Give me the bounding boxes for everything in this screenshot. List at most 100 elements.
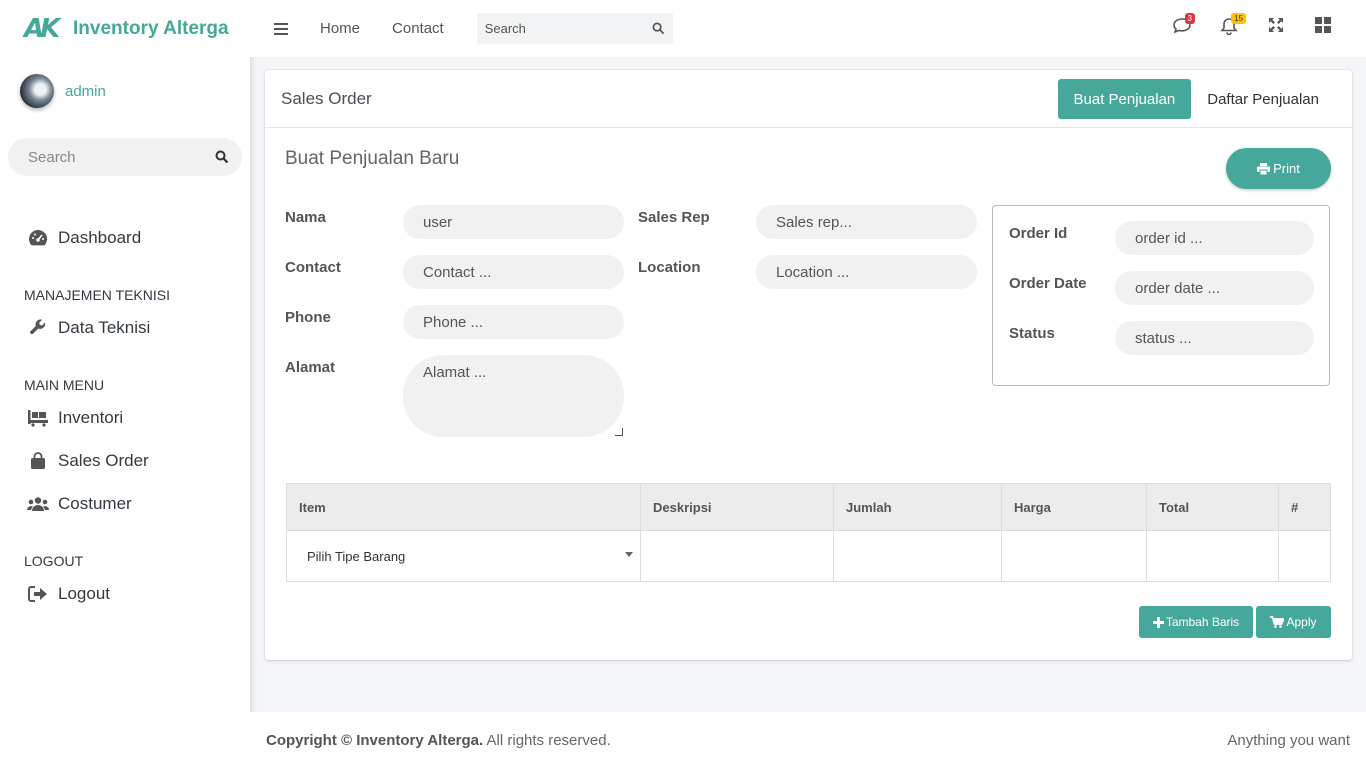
sidebar-item-costumer[interactable]: Costumer	[0, 482, 250, 525]
item-type-select[interactable]: Pilih Tipe Barang	[286, 530, 641, 582]
menu-toggle-icon[interactable]	[274, 20, 288, 38]
card-tabs: Buat Penjualan Daftar Penjualan	[1057, 79, 1336, 119]
table-header-row: Item Deskripsi Jumlah Harga Total #	[286, 483, 1331, 531]
sidebar-item-label: Dashboard	[58, 227, 142, 247]
sidebar-header-logout: LOGOUT	[24, 553, 84, 569]
phone-label: Phone	[285, 309, 331, 326]
jumlah-cell[interactable]	[833, 530, 1002, 582]
order-date-label: Order Date	[1009, 275, 1087, 292]
users-icon	[27, 493, 49, 515]
resize-handle-icon[interactable]	[615, 428, 623, 436]
card-title: Sales Order	[281, 88, 372, 108]
contact-field[interactable]: Contact ...	[403, 255, 624, 289]
sidebar-item-sales-order[interactable]: Sales Order	[0, 439, 250, 482]
footer: Copyright © Inventory Alterga. All right…	[250, 712, 1366, 768]
add-row-button[interactable]: Tambah Baris	[1139, 606, 1253, 638]
notifications-button[interactable]: 15	[1205, 13, 1252, 39]
phone-field[interactable]: Phone ...	[403, 305, 624, 339]
navbar-search-input[interactable]: Search	[476, 13, 673, 44]
form-title: Buat Penjualan Baru	[285, 148, 460, 169]
deskripsi-cell[interactable]	[640, 530, 834, 582]
avatar	[20, 74, 54, 108]
status-field[interactable]: status ...	[1115, 321, 1314, 355]
sidebar-item-label: Inventori	[58, 407, 124, 427]
sidebar: AK Inventory Alterga admin Search Dashbo…	[0, 0, 250, 768]
sidebar-nav: Dashboard MANAJEMEN TEKNISI Data Teknisi…	[0, 216, 250, 615]
sidebar-item-dashboard[interactable]: Dashboard	[0, 216, 250, 259]
sign-out-icon	[27, 583, 49, 605]
harga-cell[interactable]	[1001, 530, 1147, 582]
expand-arrows-icon	[1268, 18, 1283, 32]
sidebar-item-label: Data Teknisi	[58, 317, 151, 337]
tab-buat-penjualan[interactable]: Buat Penjualan	[1057, 79, 1192, 119]
search-icon[interactable]	[652, 22, 665, 35]
sidebar-item-label: Sales Order	[58, 450, 149, 470]
location-field[interactable]: Location ...	[756, 255, 977, 289]
action-cell	[1278, 530, 1331, 582]
sidebar-search-input[interactable]: Search	[8, 138, 242, 176]
card-header: Sales Order Buat Penjualan Daftar Penjua…	[265, 70, 1352, 128]
sidebar-item-label: Logout	[58, 583, 110, 603]
table-row: Pilih Tipe Barang	[286, 530, 1331, 582]
print-label: Print	[1273, 161, 1300, 176]
column-header-deskripsi: Deskripsi	[640, 483, 834, 531]
sidebar-item-logout[interactable]: Logout	[0, 572, 250, 615]
nav-link-contact[interactable]: Contact	[392, 20, 444, 37]
column-header-item: Item	[286, 483, 641, 531]
column-header-harga: Harga	[1001, 483, 1147, 531]
total-cell	[1146, 530, 1279, 582]
order-date-field[interactable]: order date ...	[1115, 271, 1314, 305]
messages-badge: 3	[1184, 13, 1195, 24]
grid-icon	[1314, 17, 1331, 33]
apply-label: Apply	[1286, 615, 1317, 629]
fullscreen-button[interactable]	[1252, 17, 1299, 39]
sidebar-item-label: Costumer	[58, 493, 132, 513]
column-header-hash: #	[1278, 483, 1331, 531]
control-sidebar-button[interactable]	[1299, 17, 1346, 39]
status-label: Status	[1009, 325, 1055, 342]
footer-tagline: Anything you want	[1227, 731, 1350, 749]
print-button[interactable]: Print	[1226, 148, 1331, 189]
sidebar-header-manajemen: MANAJEMEN TEKNISI	[24, 287, 170, 303]
caret-down-icon	[625, 552, 633, 557]
alamat-label: Alamat	[285, 359, 336, 376]
column-header-jumlah: Jumlah	[833, 483, 1002, 531]
messages-button[interactable]: 3	[1158, 13, 1205, 39]
column-header-total: Total	[1146, 483, 1279, 531]
alamat-textarea[interactable]: Alamat ...	[403, 355, 624, 437]
shopping-bag-icon	[27, 450, 49, 472]
sidebar-item-inventori[interactable]: Inventori	[0, 396, 250, 439]
order-id-field[interactable]: order id ...	[1115, 221, 1314, 255]
contact-label: Contact	[285, 259, 341, 276]
sales-rep-field[interactable]: Sales rep...	[756, 205, 977, 239]
footer-copyright-rights: All rights reserved.	[483, 731, 611, 749]
order-info-box: Order Id order id ... Order Date order d…	[992, 205, 1330, 386]
add-row-label: Tambah Baris	[1165, 615, 1240, 629]
footer-copyright-brand[interactable]: Copyright © Inventory Alterga.	[266, 732, 483, 749]
navbar-search-placeholder: Search	[484, 21, 526, 36]
dashboard-icon	[27, 227, 49, 249]
apply-button[interactable]: Apply	[1256, 606, 1331, 638]
pallet-icon	[27, 407, 49, 429]
item-type-select-value: Pilih Tipe Barang	[307, 548, 406, 564]
user-name-link[interactable]: admin	[65, 83, 106, 100]
navbar-icons: 3 15	[1158, 13, 1346, 39]
brand-name: Inventory Alterga	[73, 17, 229, 39]
top-navbar: Home Contact Search 3 15	[250, 0, 1366, 57]
sidebar-header-main-menu: MAIN MENU	[24, 377, 105, 393]
plus-icon	[1152, 616, 1164, 628]
nav-link-home[interactable]: Home	[320, 20, 360, 37]
sales-order-card: Sales Order Buat Penjualan Daftar Penjua…	[265, 70, 1352, 660]
sales-rep-label: Sales Rep	[638, 209, 710, 226]
footer-copyright: Copyright © Inventory Alterga. All right…	[266, 732, 611, 749]
location-label: Location	[638, 259, 701, 276]
shopping-cart-icon	[1270, 616, 1285, 628]
sidebar-item-data-teknisi[interactable]: Data Teknisi	[0, 306, 250, 349]
tab-daftar-penjualan[interactable]: Daftar Penjualan	[1191, 79, 1335, 119]
items-table: Item Deskripsi Jumlah Harga Total # Pili…	[286, 483, 1331, 582]
wrench-icon	[27, 317, 49, 339]
nama-field[interactable]: user	[403, 205, 624, 239]
search-icon[interactable]	[215, 150, 229, 164]
brand-link[interactable]: AK Inventory Alterga	[0, 0, 250, 57]
nama-label: Nama	[285, 209, 326, 226]
